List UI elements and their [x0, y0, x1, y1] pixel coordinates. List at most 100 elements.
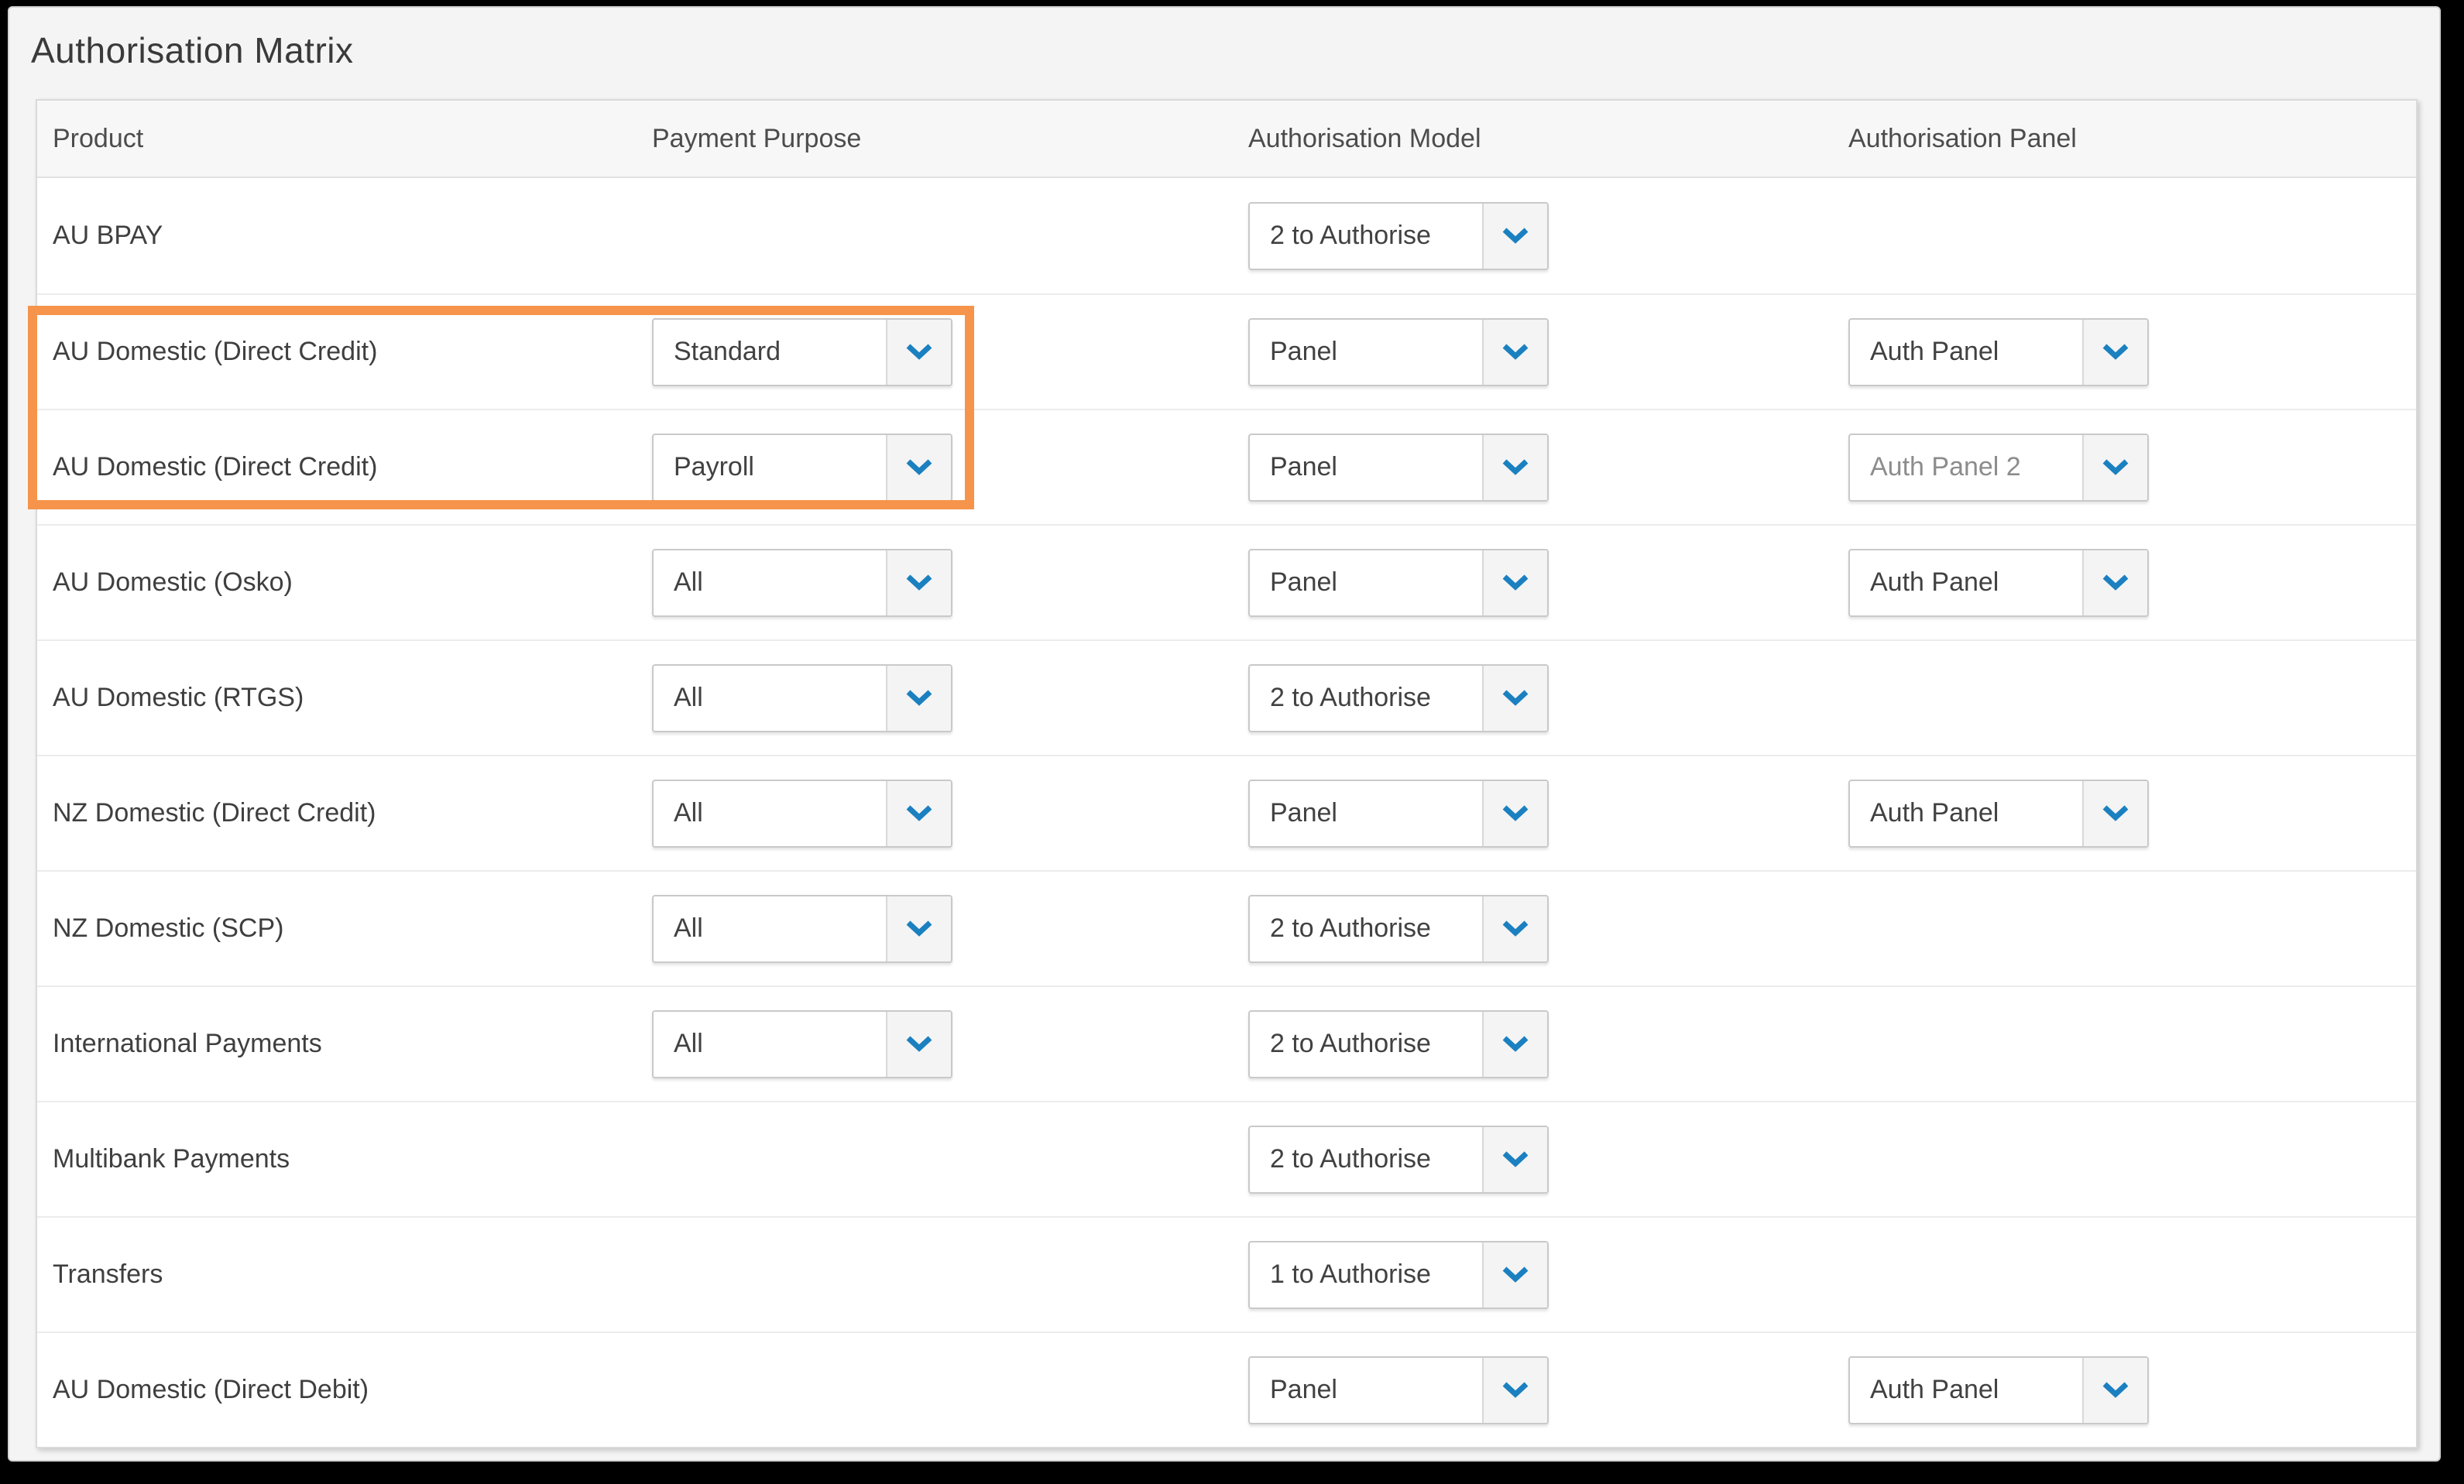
table-row: NZ Domestic (Direct Credit) All Panel	[37, 755, 2416, 870]
chevron-down-icon	[886, 550, 951, 615]
authorisation-matrix-panel: Authorisation Matrix Product Payment Pur…	[8, 6, 2441, 1462]
authorisation-panel-select[interactable]: Auth Panel 2	[1848, 434, 2149, 502]
column-header-authorisation-model: Authorisation Model	[1248, 124, 1848, 154]
authorisation-model-select[interactable]: 2 to Authorise	[1248, 1126, 1549, 1194]
product-label: AU Domestic (Direct Credit)	[53, 337, 377, 366]
selected-value: Auth Panel	[1850, 550, 2082, 615]
product-label: NZ Domestic (Direct Credit)	[53, 798, 376, 828]
table-row: AU Domestic (RTGS) All 2 to Authorise	[37, 639, 2416, 755]
payment-purpose-select[interactable]: All	[652, 664, 952, 732]
column-header-payment-purpose: Payment Purpose	[652, 124, 1248, 154]
selected-value: Auth Panel	[1850, 781, 2082, 846]
chevron-down-icon	[886, 781, 951, 846]
authorisation-model-select[interactable]: Panel	[1248, 549, 1549, 617]
table-row: Multibank Payments 2 to Authorise	[37, 1101, 2416, 1216]
selected-value: All	[654, 550, 886, 615]
selected-value: Auth Panel	[1850, 1358, 2082, 1423]
chevron-down-icon	[1482, 781, 1547, 846]
selected-value: Payroll	[654, 435, 886, 500]
chevron-down-icon	[1482, 435, 1547, 500]
selected-value: Panel	[1250, 781, 1482, 846]
payment-purpose-select[interactable]: Payroll	[652, 434, 952, 502]
chevron-down-icon	[1482, 320, 1547, 385]
table-row: NZ Domestic (SCP) All 2 to Authorise	[37, 870, 2416, 985]
chevron-down-icon	[886, 320, 951, 385]
chevron-down-icon	[1482, 204, 1547, 269]
product-label: AU Domestic (Direct Credit)	[53, 452, 377, 482]
authorisation-model-select[interactable]: 2 to Authorise	[1248, 202, 1549, 270]
product-label: AU Domestic (Direct Debit)	[53, 1375, 369, 1404]
authorisation-model-select[interactable]: 2 to Authorise	[1248, 664, 1549, 732]
chevron-down-icon	[1482, 896, 1547, 961]
selected-value: Auth Panel 2	[1850, 435, 2082, 500]
chevron-down-icon	[2082, 781, 2147, 846]
chevron-down-icon	[2082, 1358, 2147, 1423]
authorisation-panel-select[interactable]: Auth Panel	[1848, 318, 2149, 386]
selected-value: 2 to Authorise	[1250, 1127, 1482, 1192]
selected-value: All	[654, 666, 886, 731]
table-row: International Payments All 2 to Authoris…	[37, 985, 2416, 1101]
table-row: AU BPAY 2 to Authorise	[37, 178, 2416, 293]
selected-value: Panel	[1250, 550, 1482, 615]
product-label: Multibank Payments	[53, 1144, 290, 1174]
authorisation-model-select[interactable]: 1 to Authorise	[1248, 1241, 1549, 1309]
authorisation-panel-select[interactable]: Auth Panel	[1848, 549, 2149, 617]
chevron-down-icon	[2082, 320, 2147, 385]
product-label: AU Domestic (RTGS)	[53, 683, 304, 712]
authorisation-model-select[interactable]: Panel	[1248, 434, 1549, 502]
table-header-row: Product Payment Purpose Authorisation Mo…	[37, 101, 2416, 178]
chevron-down-icon	[1482, 1127, 1547, 1192]
product-label: International Payments	[53, 1029, 322, 1058]
authorisation-panel-select[interactable]: Auth Panel	[1848, 780, 2149, 848]
chevron-down-icon	[1482, 1358, 1547, 1423]
table-row: AU Domestic (Direct Credit) Standard Pan…	[37, 293, 2416, 409]
chevron-down-icon	[1482, 550, 1547, 615]
page-title: Authorisation Matrix	[31, 29, 354, 71]
authorisation-panel-select[interactable]: Auth Panel	[1848, 1356, 2149, 1424]
chevron-down-icon	[2082, 435, 2147, 500]
table-row: AU Domestic (Direct Debit) Panel Auth Pa…	[37, 1331, 2416, 1447]
authorisation-model-select[interactable]: 2 to Authorise	[1248, 1010, 1549, 1078]
chevron-down-icon	[2082, 550, 2147, 615]
chevron-down-icon	[886, 1012, 951, 1077]
chevron-down-icon	[886, 896, 951, 961]
authorisation-model-select[interactable]: Panel	[1248, 318, 1549, 386]
payment-purpose-select[interactable]: All	[652, 549, 952, 617]
table-row: AU Domestic (Osko) All Panel	[37, 524, 2416, 639]
column-header-product: Product	[37, 124, 652, 154]
selected-value: 2 to Authorise	[1250, 666, 1482, 731]
table-row: Transfers 1 to Authorise	[37, 1216, 2416, 1331]
table-body: AU BPAY 2 to Authorise AU Domestic (Dire…	[37, 178, 2416, 1447]
selected-value: All	[654, 781, 886, 846]
selected-value: 2 to Authorise	[1250, 896, 1482, 961]
selected-value: 1 to Authorise	[1250, 1242, 1482, 1307]
chevron-down-icon	[1482, 1012, 1547, 1077]
selected-value: All	[654, 896, 886, 961]
selected-value: 2 to Authorise	[1250, 204, 1482, 269]
column-header-authorisation-panel: Authorisation Panel	[1848, 124, 2416, 154]
product-label: AU BPAY	[53, 221, 163, 250]
authorisation-model-select[interactable]: Panel	[1248, 1356, 1549, 1424]
chevron-down-icon	[886, 435, 951, 500]
authorisation-model-select[interactable]: 2 to Authorise	[1248, 895, 1549, 963]
selected-value: Panel	[1250, 320, 1482, 385]
selected-value: 2 to Authorise	[1250, 1012, 1482, 1077]
product-label: AU Domestic (Osko)	[53, 567, 293, 597]
payment-purpose-select[interactable]: All	[652, 1010, 952, 1078]
selected-value: Panel	[1250, 1358, 1482, 1423]
selected-value: Standard	[654, 320, 886, 385]
payment-purpose-select[interactable]: Standard	[652, 318, 952, 386]
selected-value: Auth Panel	[1850, 320, 2082, 385]
authorisation-matrix-table: Product Payment Purpose Authorisation Mo…	[36, 99, 2418, 1448]
authorisation-model-select[interactable]: Panel	[1248, 780, 1549, 848]
payment-purpose-select[interactable]: All	[652, 780, 952, 848]
table-row: AU Domestic (Direct Credit) Payroll Pane…	[37, 409, 2416, 524]
product-label: NZ Domestic (SCP)	[53, 913, 283, 943]
payment-purpose-select[interactable]: All	[652, 895, 952, 963]
selected-value: All	[654, 1012, 886, 1077]
product-label: Transfers	[53, 1260, 163, 1289]
chevron-down-icon	[1482, 666, 1547, 731]
chevron-down-icon	[1482, 1242, 1547, 1307]
chevron-down-icon	[886, 666, 951, 731]
selected-value: Panel	[1250, 435, 1482, 500]
